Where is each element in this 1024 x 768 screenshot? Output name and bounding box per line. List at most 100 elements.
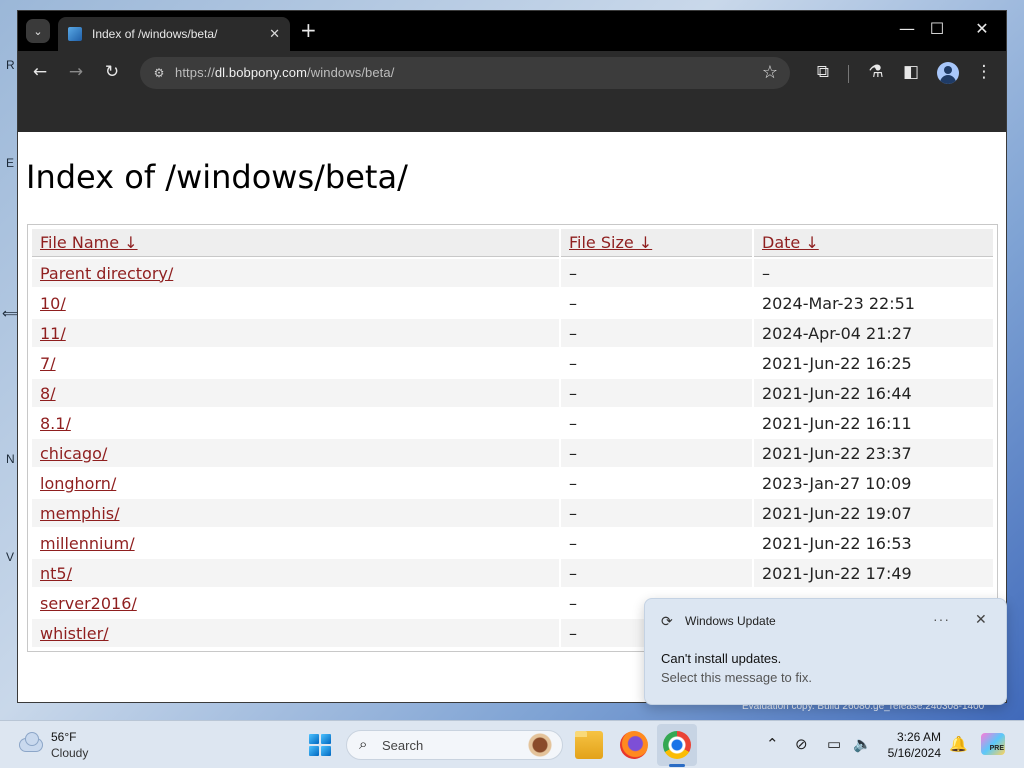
cell-name: memphis/ (32, 499, 559, 527)
table-row: 7/ –2021-Jun-22 16:25 (32, 349, 993, 377)
cell-size: – (561, 349, 752, 377)
desktop-icon-fragment: R (6, 58, 15, 72)
directory-link[interactable]: whistler/ (40, 624, 109, 643)
cell-date: 2024-Mar-23 22:51 (754, 289, 993, 317)
search-highlight-icon (516, 733, 556, 757)
directory-link[interactable]: chicago/ (40, 444, 107, 463)
site-info-icon[interactable]: ⚙ (150, 64, 168, 82)
cell-date: 2021-Jun-22 16:25 (754, 349, 993, 377)
cell-name: 11/ (32, 319, 559, 347)
table-row: longhorn/ –2023-Jan-27 10:09 (32, 469, 993, 497)
maximize-icon[interactable]: ☐ (922, 19, 952, 38)
directory-link[interactable]: memphis/ (40, 504, 119, 523)
cell-date: 2021-Jun-22 23:37 (754, 439, 993, 467)
directory-link[interactable]: millennium/ (40, 534, 135, 553)
table-row: 8.1/ –2021-Jun-22 16:11 (32, 409, 993, 437)
forward-icon[interactable]: → (65, 62, 87, 82)
title-bar: ⌄ Index of /windows/beta/ ✕ + — ☐ ✕ (18, 11, 1006, 51)
sort-by-date-link[interactable]: Date ↓ (762, 233, 819, 252)
desktop-icon-fragment: N (6, 452, 15, 466)
clock-time[interactable]: 3:26 AM (885, 730, 941, 744)
toolbar: ← → ↻ ⚙ https://dl.bobpony.com/windows/b… (18, 51, 1006, 95)
taskbar-search[interactable]: ⌕ Search (346, 730, 563, 760)
close-icon[interactable]: ✕ (967, 19, 997, 38)
table-row: memphis/ –2021-Jun-22 19:07 (32, 499, 993, 527)
bookmark-star-icon[interactable]: ☆ (762, 62, 778, 83)
weather-condition[interactable]: Cloudy (51, 746, 88, 760)
bell-icon[interactable]: 🔔 (949, 735, 968, 753)
labs-icon[interactable]: ⚗ (865, 62, 887, 82)
cell-name: 10/ (32, 289, 559, 317)
directory-link[interactable]: 8.1/ (40, 414, 71, 433)
directory-link[interactable]: nt5/ (40, 564, 72, 583)
search-placeholder: Search (382, 738, 424, 753)
chevron-up-icon[interactable]: ⌃ (766, 735, 779, 753)
toolbar-divider (848, 65, 849, 83)
windows-update-toast[interactable]: ⟳ Windows Update ··· ✕ Can't install upd… (644, 598, 1007, 705)
directory-link[interactable]: 8/ (40, 384, 56, 403)
windows-start-icon[interactable] (309, 734, 331, 756)
cell-date: 2024-Apr-04 21:27 (754, 319, 993, 347)
directory-link[interactable]: 11/ (40, 324, 66, 343)
directory-link[interactable]: server2016/ (40, 594, 137, 613)
table-row: Parent directory/ – – (32, 259, 993, 287)
copilot-icon[interactable]: PRE (981, 733, 1005, 755)
toast-body: Select this message to fix. (661, 670, 813, 685)
new-tab-icon[interactable]: + (300, 20, 317, 40)
menu-icon[interactable]: ⋮ (973, 62, 995, 82)
cell-size: – (561, 499, 752, 527)
weather-icon[interactable] (18, 733, 44, 751)
cell-date: 2021-Jun-22 16:53 (754, 529, 993, 557)
cell-date: – (754, 259, 993, 287)
directory-link[interactable]: 10/ (40, 294, 66, 313)
display-icon[interactable]: ▭ (827, 735, 841, 753)
directory-link[interactable]: longhorn/ (40, 474, 116, 493)
url-text[interactable]: https://dl.bobpony.com/windows/beta/ (175, 65, 394, 80)
cell-name: Parent directory/ (32, 259, 559, 287)
file-listing: File Name ↓ File Size ↓ Date ↓ Parent di… (27, 224, 998, 652)
back-icon[interactable]: ← (29, 62, 51, 82)
cell-date: 2023-Jan-27 10:09 (754, 469, 993, 497)
sort-by-size-link[interactable]: File Size ↓ (569, 233, 652, 252)
reload-icon[interactable]: ↻ (101, 62, 123, 82)
table-row: chicago/ –2021-Jun-22 23:37 (32, 439, 993, 467)
directory-link[interactable]: 7/ (40, 354, 56, 373)
directory-link[interactable]: Parent directory/ (40, 264, 173, 283)
cell-date: 2021-Jun-22 19:07 (754, 499, 993, 527)
desktop-icon-fragment: E (6, 156, 15, 170)
tab-close-icon[interactable]: ✕ (269, 27, 280, 42)
chrome-icon[interactable] (663, 731, 691, 759)
extensions-icon[interactable]: ⧉ (812, 62, 834, 82)
network-icon[interactable]: ⊘ (795, 735, 808, 753)
more-icon[interactable]: ··· (933, 611, 950, 627)
cell-name: chicago/ (32, 439, 559, 467)
minimize-icon[interactable]: — (892, 19, 922, 38)
toast-close-icon[interactable]: ✕ (975, 611, 987, 628)
cell-name: 7/ (32, 349, 559, 377)
cell-size: – (561, 289, 752, 317)
sidepanel-icon[interactable]: ◧ (900, 62, 922, 82)
sync-icon: ⟳ (661, 613, 673, 629)
table-row: 10/ –2024-Mar-23 22:51 (32, 289, 993, 317)
address-bar[interactable]: ⚙ https://dl.bobpony.com/windows/beta/ ☆ (140, 57, 790, 89)
table-row: 8/ –2021-Jun-22 16:44 (32, 379, 993, 407)
cell-name: server2016/ (32, 589, 559, 617)
profile-icon[interactable] (937, 62, 959, 84)
cell-size: – (561, 409, 752, 437)
cell-size: – (561, 259, 752, 287)
column-header-date: Date ↓ (754, 229, 993, 257)
tab-menu-icon[interactable]: ⌄ (26, 19, 50, 43)
page-title: Index of /windows/beta/ (26, 158, 408, 196)
clock-date[interactable]: 5/16/2024 (872, 746, 941, 760)
column-header-size: File Size ↓ (561, 229, 752, 257)
column-header-name: File Name ↓ (32, 229, 559, 257)
tab-active[interactable]: Index of /windows/beta/ ✕ (58, 17, 290, 51)
file-explorer-icon[interactable] (575, 731, 603, 759)
cell-size: – (561, 439, 752, 467)
sort-by-name-link[interactable]: File Name ↓ (40, 233, 138, 252)
cell-size: – (561, 379, 752, 407)
cell-size: – (561, 319, 752, 347)
volume-icon[interactable]: 🔈 (853, 735, 872, 753)
firefox-icon[interactable] (620, 731, 648, 759)
weather-temperature[interactable]: 56°F (51, 730, 76, 744)
